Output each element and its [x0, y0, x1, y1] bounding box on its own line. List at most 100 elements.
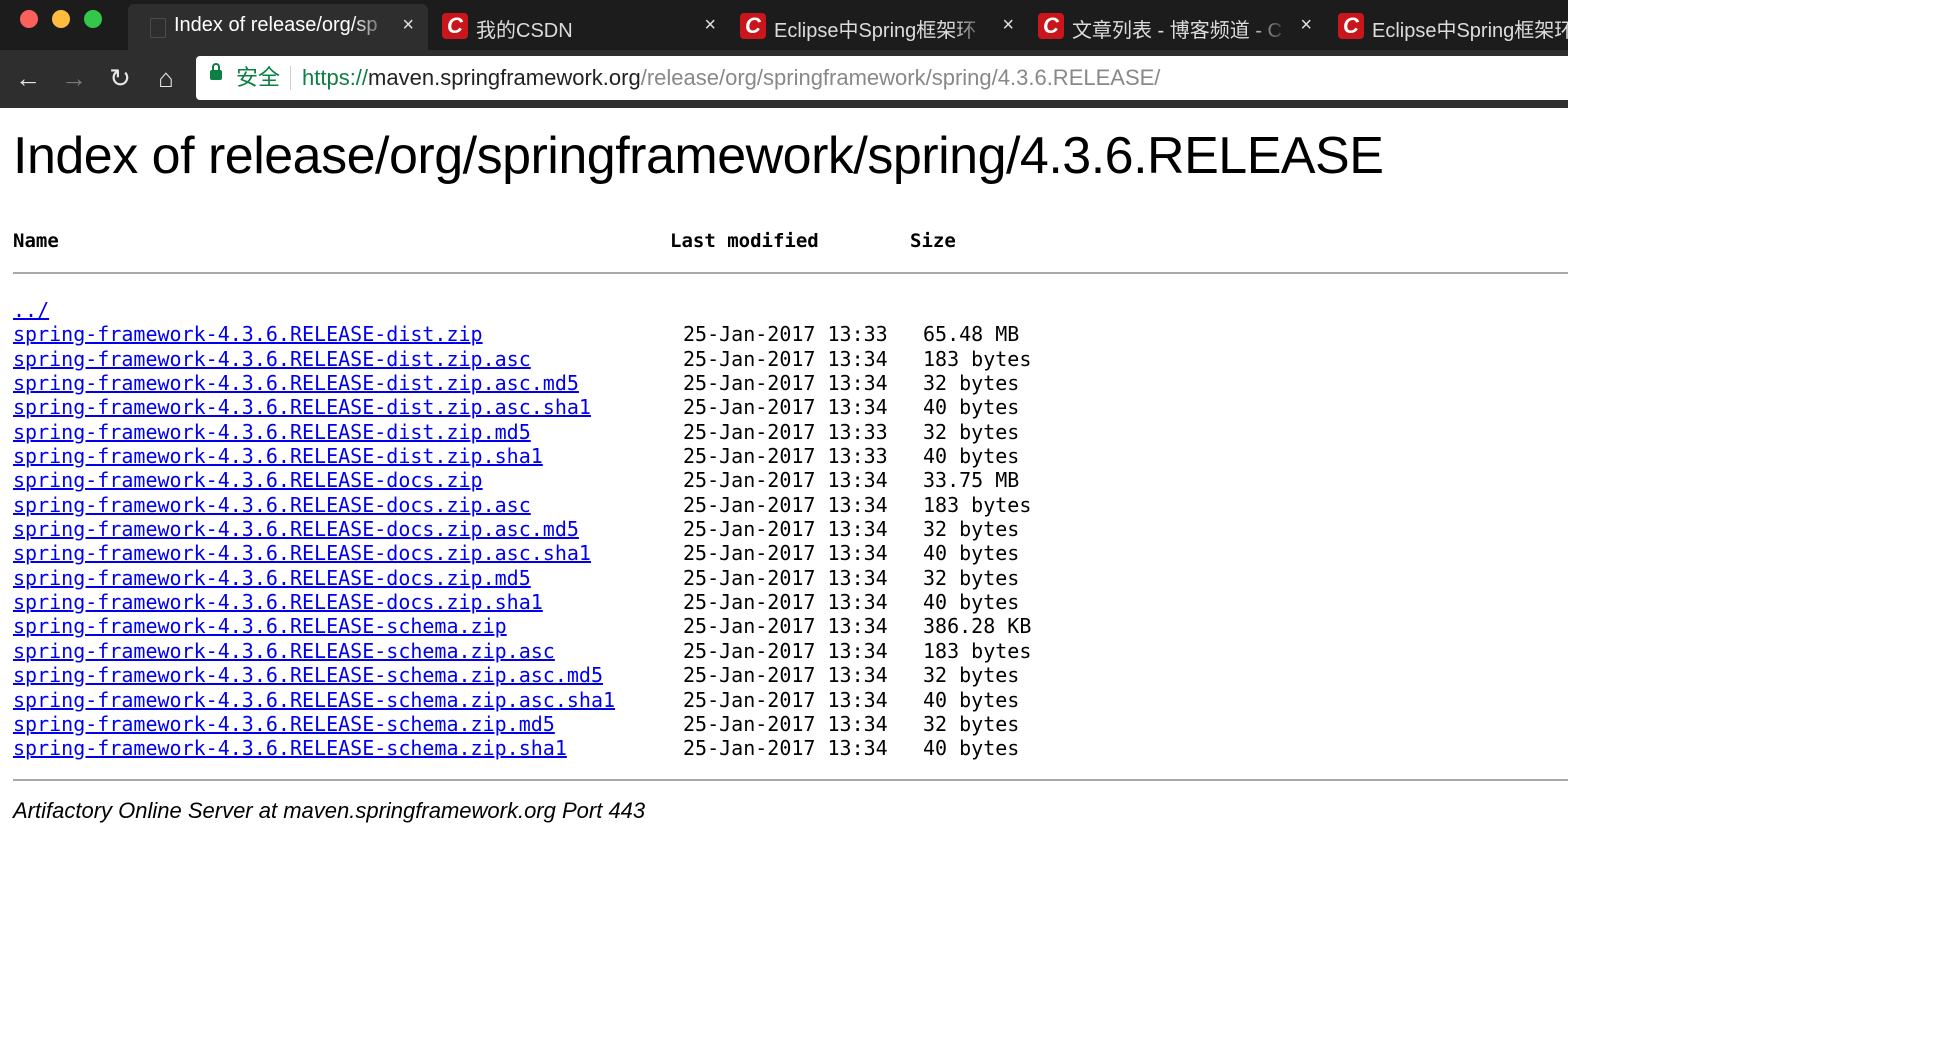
column-header-name[interactable]: Name: [13, 230, 59, 252]
tab-close-icon[interactable]: ×: [704, 14, 716, 37]
tab-close-icon[interactable]: ×: [402, 14, 414, 37]
file-size: 32 bytes: [923, 371, 1020, 396]
file-listing: ../ spring-framework-4.3.6.RELEASE-dist.…: [13, 298, 1113, 761]
file-last-modified: 25-Jan-2017 13:34: [683, 371, 888, 396]
file-link[interactable]: spring-framework-4.3.6.RELEASE-schema.zi…: [13, 614, 507, 638]
file-size: 32 bytes: [923, 565, 1020, 590]
window-zoom-button[interactable]: [84, 10, 102, 28]
file-link[interactable]: spring-framework-4.3.6.RELEASE-schema.zi…: [13, 663, 603, 687]
file-size: 65.48 MB: [923, 322, 1020, 347]
file-last-modified: 25-Jan-2017 13:34: [683, 565, 888, 590]
file-link[interactable]: spring-framework-4.3.6.RELEASE-docs.zip.…: [13, 493, 531, 517]
url-host: maven.springframework.org: [368, 65, 641, 90]
back-arrow-icon[interactable]: ←: [10, 60, 46, 96]
address-bar[interactable]: 安全 https://maven.springframework.org/rel…: [196, 56, 1576, 100]
file-size: 183 bytes: [923, 638, 1032, 663]
tab-index-of-release[interactable]: Index of release/org/sp ×: [128, 4, 428, 50]
table-row: spring-framework-4.3.6.RELEASE-dist.zip.…: [13, 420, 1113, 444]
table-row: spring-framework-4.3.6.RELEASE-schema.zi…: [13, 614, 1113, 638]
url-scheme: https://: [302, 65, 369, 90]
tab-eclipse-spring-2[interactable]: C Eclipse中Spring框架环: [1326, 4, 1568, 50]
table-row: spring-framework-4.3.6.RELEASE-docs.zip.…: [13, 493, 1113, 517]
file-link[interactable]: spring-framework-4.3.6.RELEASE-dist.zip: [13, 322, 483, 346]
file-link[interactable]: spring-framework-4.3.6.RELEASE-docs.zip: [13, 468, 483, 492]
table-row: spring-framework-4.3.6.RELEASE-schema.zi…: [13, 712, 1113, 736]
file-last-modified: 25-Jan-2017 13:34: [683, 492, 888, 517]
tab-close-icon[interactable]: ×: [1300, 14, 1312, 37]
tab-close-icon[interactable]: ×: [1002, 14, 1014, 37]
file-link[interactable]: spring-framework-4.3.6.RELEASE-docs.zip.…: [13, 566, 531, 590]
file-link[interactable]: spring-framework-4.3.6.RELEASE-schema.zi…: [13, 736, 567, 760]
forward-arrow-icon[interactable]: →: [56, 60, 92, 96]
column-header-size[interactable]: Size: [910, 230, 956, 252]
file-size: 32 bytes: [923, 419, 1020, 444]
parent-directory-link[interactable]: ../: [13, 298, 49, 322]
file-size: 32 bytes: [923, 663, 1020, 688]
file-last-modified: 25-Jan-2017 13:34: [683, 541, 888, 566]
table-row: spring-framework-4.3.6.RELEASE-docs.zip.…: [13, 590, 1113, 614]
server-signature: Artifactory Online Server at maven.sprin…: [13, 798, 646, 823]
csdn-icon: C: [1038, 13, 1064, 39]
file-link[interactable]: spring-framework-4.3.6.RELEASE-schema.zi…: [13, 688, 615, 712]
table-row: spring-framework-4.3.6.RELEASE-dist.zip.…: [13, 444, 1113, 468]
tab-title: 我的CSDN: [476, 20, 573, 42]
page-title: Index of release/org/springframework/spr…: [13, 127, 1384, 185]
file-last-modified: 25-Jan-2017 13:34: [683, 395, 888, 420]
window-close-button[interactable]: [20, 10, 38, 28]
url-text[interactable]: https://maven.springframework.org/releas…: [302, 56, 1160, 100]
file-size: 40 bytes: [923, 541, 1020, 566]
tab-eclipse-spring-1[interactable]: C Eclipse中Spring框架环 ×: [728, 4, 1028, 50]
reload-icon[interactable]: ↻: [102, 60, 138, 96]
file-size: 386.28 KB: [923, 614, 1032, 639]
tab-strip: Index of release/org/sp × C 我的CSDN × C E…: [0, 0, 1568, 50]
file-last-modified: 25-Jan-2017 13:33: [683, 419, 888, 444]
file-size: 33.75 MB: [923, 468, 1020, 493]
file-link[interactable]: spring-framework-4.3.6.RELEASE-schema.zi…: [13, 639, 555, 663]
file-link[interactable]: spring-framework-4.3.6.RELEASE-schema.zi…: [13, 712, 555, 736]
file-link[interactable]: spring-framework-4.3.6.RELEASE-dist.zip.…: [13, 371, 579, 395]
file-last-modified: 25-Jan-2017 13:34: [683, 638, 888, 663]
table-row: spring-framework-4.3.6.RELEASE-docs.zip.…: [13, 566, 1113, 590]
file-link[interactable]: spring-framework-4.3.6.RELEASE-dist.zip.…: [13, 395, 591, 419]
column-header-last-modified[interactable]: Last modified: [670, 230, 819, 252]
file-size: 40 bytes: [923, 395, 1020, 420]
csdn-icon: C: [1338, 13, 1364, 39]
file-last-modified: 25-Jan-2017 13:34: [683, 590, 888, 615]
file-last-modified: 25-Jan-2017 13:34: [683, 614, 888, 639]
file-link[interactable]: spring-framework-4.3.6.RELEASE-dist.zip.…: [13, 420, 531, 444]
table-row: spring-framework-4.3.6.RELEASE-schema.zi…: [13, 688, 1113, 712]
home-icon[interactable]: ⌂: [148, 60, 184, 96]
lock-icon: [210, 63, 222, 80]
parent-directory-row: ../: [13, 298, 1113, 322]
file-link[interactable]: spring-framework-4.3.6.RELEASE-docs.zip.…: [13, 517, 579, 541]
window-minimize-button[interactable]: [52, 10, 70, 28]
table-row: spring-framework-4.3.6.RELEASE-dist.zip.…: [13, 395, 1113, 419]
tab-article-list[interactable]: C 文章列表 - 博客频道 - C ×: [1026, 4, 1326, 50]
file-size: 40 bytes: [923, 687, 1020, 712]
file-link[interactable]: spring-framework-4.3.6.RELEASE-docs.zip.…: [13, 541, 591, 565]
file-link[interactable]: spring-framework-4.3.6.RELEASE-dist.zip.…: [13, 347, 531, 371]
table-row: spring-framework-4.3.6.RELEASE-dist.zip 2…: [13, 322, 1113, 346]
csdn-icon: C: [740, 13, 766, 39]
file-size: 183 bytes: [923, 346, 1032, 371]
tab-title: Eclipse中Spring框架环: [1372, 20, 1568, 42]
table-row: spring-framework-4.3.6.RELEASE-schema.zi…: [13, 736, 1113, 760]
file-last-modified: 25-Jan-2017 13:34: [683, 346, 888, 371]
file-last-modified: 25-Jan-2017 13:34: [683, 663, 888, 688]
file-link[interactable]: spring-framework-4.3.6.RELEASE-dist.zip.…: [13, 444, 543, 468]
file-size: 40 bytes: [923, 590, 1020, 615]
file-size: 32 bytes: [923, 517, 1020, 542]
table-row: spring-framework-4.3.6.RELEASE-docs.zip.…: [13, 517, 1113, 541]
table-row: spring-framework-4.3.6.RELEASE-schema.zi…: [13, 663, 1113, 687]
file-last-modified: 25-Jan-2017 13:34: [683, 736, 888, 761]
divider: [13, 272, 1568, 274]
table-row: spring-framework-4.3.6.RELEASE-dist.zip.…: [13, 371, 1113, 395]
file-link[interactable]: spring-framework-4.3.6.RELEASE-docs.zip.…: [13, 590, 543, 614]
table-row: spring-framework-4.3.6.RELEASE-schema.zi…: [13, 639, 1113, 663]
file-last-modified: 25-Jan-2017 13:33: [683, 444, 888, 469]
url-path: /release/org/springframework/spring/4.3.…: [640, 65, 1161, 90]
file-size: 183 bytes: [923, 492, 1032, 517]
file-last-modified: 25-Jan-2017 13:34: [683, 711, 888, 736]
file-size: 40 bytes: [923, 736, 1020, 761]
tab-my-csdn[interactable]: C 我的CSDN ×: [430, 4, 730, 50]
